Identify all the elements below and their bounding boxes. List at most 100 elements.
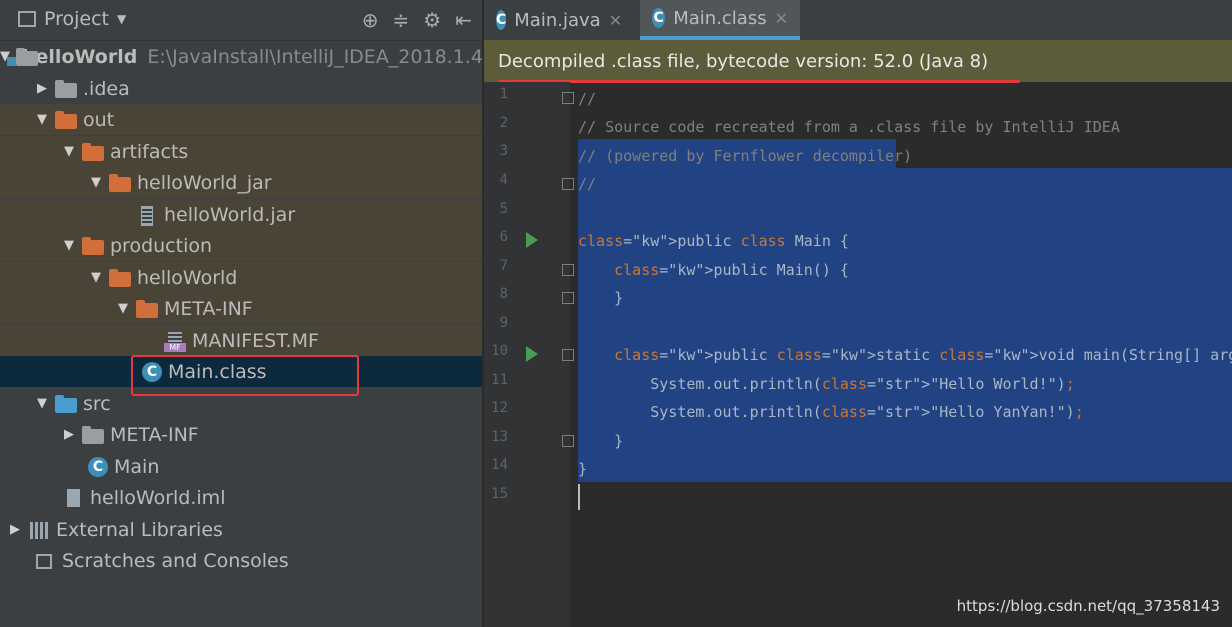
- banner-text: Decompiled .class file, bytecode version…: [498, 50, 989, 72]
- expand-arrow-icon[interactable]: ▼: [62, 144, 76, 159]
- tree-item-manifest[interactable]: MF MANIFEST.MF: [0, 325, 482, 356]
- line-number: 14: [491, 457, 508, 473]
- tree-item-label: External Libraries: [56, 518, 223, 541]
- line-number: 1: [499, 86, 508, 102]
- expand-arrow-icon[interactable]: ▼: [35, 396, 49, 411]
- tree-item-label: helloWorld.iml: [90, 486, 226, 509]
- line-number: 8: [499, 286, 508, 302]
- code-line: class="kw">public class Main {: [578, 232, 849, 250]
- line-number: 6: [499, 229, 508, 245]
- tab-label: Main.java: [514, 9, 601, 31]
- code-line: //: [578, 175, 597, 193]
- close-icon[interactable]: ✕: [609, 11, 622, 30]
- line-number: 11: [491, 372, 508, 388]
- tree-item-iml[interactable]: helloWorld.iml: [0, 482, 482, 513]
- folder-icon: [55, 394, 77, 413]
- line-number: 13: [491, 429, 508, 445]
- class-icon: C: [88, 456, 108, 477]
- folder-icon: [55, 110, 77, 129]
- code-line: }: [578, 432, 624, 450]
- tree-item-label: Scratches and Consoles: [62, 549, 289, 572]
- run-icon[interactable]: [526, 232, 538, 248]
- code-line: }: [578, 289, 624, 307]
- tree-item-label: helloWorld_jar: [137, 171, 272, 194]
- project-icon: [18, 11, 36, 27]
- highlight-box: [131, 355, 359, 396]
- tree-item-idea[interactable]: ▶ .idea: [0, 73, 482, 104]
- tab-main-class[interactable]: C Main.class ✕: [640, 0, 800, 40]
- editor-gutter: 1 2 3 4 5 6 7 8 9 10 11 12 13 14 15: [484, 82, 574, 627]
- tree-item-meta-inf-src[interactable]: ▶ META-INF: [0, 419, 482, 450]
- line-number: 2: [499, 115, 508, 131]
- tree-item-helloworld-jar-folder[interactable]: ▼ helloWorld_jar: [0, 167, 482, 198]
- tree-item-label: helloWorld.jar: [164, 203, 296, 226]
- class-icon: C: [496, 10, 507, 30]
- expand-arrow-icon[interactable]: ▶: [62, 427, 76, 442]
- tree-item-out[interactable]: ▼ out: [0, 104, 482, 135]
- line-number: 9: [499, 315, 508, 331]
- close-icon[interactable]: ✕: [775, 9, 788, 28]
- tree-item-label: Main: [114, 455, 160, 478]
- expand-arrow-icon[interactable]: ▼: [89, 270, 103, 285]
- code-line: System.out.println(class="str">"Hello Wo…: [578, 375, 1075, 393]
- run-icon[interactable]: [526, 346, 538, 362]
- code-line: // Source code recreated from a .class f…: [578, 118, 1120, 136]
- code-line: //: [578, 90, 597, 108]
- tree-item-label: META-INF: [164, 297, 253, 320]
- tree-item-helloworld-jar[interactable]: helloWorld.jar: [0, 199, 482, 230]
- editor-tabs: C Main.java ✕ C Main.class ✕: [484, 0, 1232, 40]
- line-number: 5: [499, 201, 508, 217]
- watermark: https://blog.csdn.net/qq_37358143: [956, 597, 1220, 615]
- code-line: System.out.println(class="str">"Hello Ya…: [578, 403, 1084, 421]
- tree-item-label: .idea: [83, 77, 130, 100]
- expand-arrow-icon[interactable]: ▶: [8, 522, 22, 537]
- tree-item-main[interactable]: C Main: [0, 451, 482, 482]
- code-line: // (powered by Fernflower decompiler): [578, 147, 913, 165]
- chevron-down-icon: ▼: [117, 12, 127, 26]
- project-panel: Project ▼ ⊕ ≑ ⚙ ⇤ ▼ helloWorld E:\JavaIn…: [0, 0, 482, 627]
- collapse-icon[interactable]: ≑: [393, 8, 410, 32]
- tree-item-helloworld-prod[interactable]: ▼ helloWorld: [0, 262, 482, 293]
- folder-icon: [109, 173, 131, 192]
- tree-item-production[interactable]: ▼ production: [0, 230, 482, 261]
- folder-icon: [109, 268, 131, 287]
- folder-icon: [55, 79, 77, 98]
- line-number: 10: [491, 343, 508, 359]
- scratches-icon: [34, 552, 56, 570]
- settings-icon[interactable]: ⚙: [423, 8, 441, 32]
- line-number: 4: [499, 172, 508, 188]
- folder-icon: [82, 236, 104, 255]
- decompiled-banner: Decompiled .class file, bytecode version…: [484, 40, 1232, 82]
- project-panel-header: Project ▼ ⊕ ≑ ⚙ ⇤: [0, 0, 482, 41]
- line-number: 12: [491, 400, 508, 416]
- class-icon: C: [652, 8, 666, 28]
- project-view-dropdown[interactable]: Project ▼: [18, 8, 126, 30]
- tab-label: Main.class: [673, 7, 767, 29]
- target-icon[interactable]: ⊕: [362, 8, 379, 32]
- expand-arrow-icon[interactable]: ▼: [35, 112, 49, 127]
- tree-item-label: MANIFEST.MF: [192, 329, 319, 352]
- expand-arrow-icon[interactable]: ▶: [35, 81, 49, 96]
- tree-item-helloworld-module[interactable]: ▼ helloWorld E:\JavaInstall\IntelliJ_IDE…: [0, 41, 482, 72]
- tree-item-scratches[interactable]: Scratches and Consoles: [0, 545, 482, 576]
- tree-item-label: src: [83, 392, 111, 415]
- tree-item-label: production: [110, 234, 213, 257]
- expand-arrow-icon[interactable]: ▼: [89, 175, 103, 190]
- expand-arrow-icon[interactable]: ▼: [116, 301, 130, 316]
- tab-main-java[interactable]: C Main.java ✕: [484, 0, 634, 40]
- folder-icon: [136, 299, 158, 318]
- tree-item-path: E:\JavaInstall\IntelliJ_IDEA_2018.1.4\: [147, 45, 482, 68]
- code-editor[interactable]: // // Source code recreated from a .clas…: [570, 82, 1232, 627]
- tree-item-label: helloWorld: [137, 266, 238, 289]
- iml-icon: [62, 488, 84, 507]
- tree-item-label: artifacts: [110, 140, 189, 163]
- line-number: 3: [499, 143, 508, 159]
- project-toolbar: ⊕ ≑ ⚙ ⇤: [362, 8, 472, 32]
- tree-item-meta-inf-out[interactable]: ▼ META-INF: [0, 293, 482, 324]
- tree-item-artifacts[interactable]: ▼ artifacts: [0, 136, 482, 167]
- tree-item-label: helloWorld: [22, 45, 138, 68]
- hide-icon[interactable]: ⇤: [455, 8, 472, 32]
- tree-item-external-libraries[interactable]: ▶ External Libraries: [0, 514, 482, 545]
- expand-arrow-icon[interactable]: ▼: [62, 238, 76, 253]
- code-line: class="kw">public class="kw">static clas…: [614, 346, 1232, 364]
